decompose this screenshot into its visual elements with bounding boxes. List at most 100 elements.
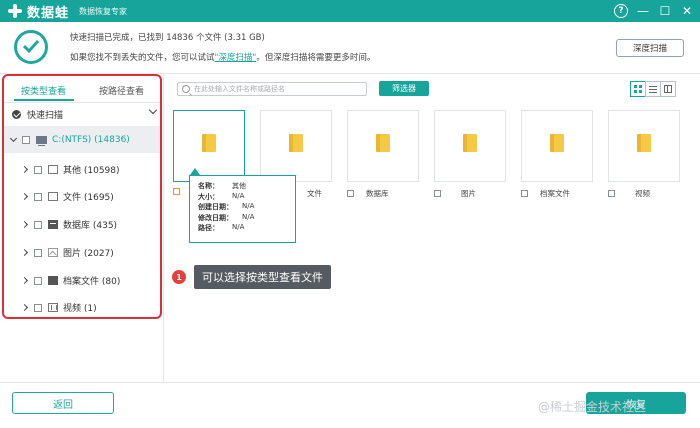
folder-icon [550, 134, 564, 152]
folder-tile-videos[interactable] [608, 110, 680, 182]
tab-by-path[interactable]: 按路径查看 [99, 84, 144, 97]
close-button[interactable]: ✕ [678, 2, 696, 20]
detail-icon [664, 85, 672, 93]
plus-cross-icon [7, 3, 23, 19]
expand-arrow-icon[interactable] [20, 248, 29, 257]
tree-drive-c[interactable]: C:(NTFS) (14836) [4, 126, 160, 153]
monitor-icon [36, 135, 47, 146]
tree-item-archives[interactable]: 档案文件 (80) [4, 267, 160, 294]
divider [4, 102, 160, 103]
expand-arrow-icon[interactable] [20, 303, 29, 312]
tree-item-database[interactable]: 数据库 (435) [4, 211, 160, 238]
callout-text: 可以选择按类型查看文件 [194, 265, 331, 289]
scan-hint-before: 如果您找不到丢失的文件，您可以试试 [70, 53, 215, 63]
deep-scan-button[interactable]: 深度扫描 [616, 39, 684, 57]
tile-checkbox[interactable] [434, 190, 441, 197]
folder-icon [376, 134, 390, 152]
tile-caption: 图片 [434, 188, 476, 199]
tooltip-row: 名称： 其他 [198, 181, 289, 192]
folder-tile-archives[interactable] [521, 110, 593, 182]
item-checkbox[interactable] [34, 165, 42, 174]
tile-checkbox[interactable] [521, 190, 528, 197]
tree-item-documents[interactable]: 文件 (1695) [4, 183, 160, 210]
close-icon: ✕ [681, 4, 693, 18]
sidebar-tabs: 按类型查看 按路径查看 [4, 76, 160, 102]
brand-name: 数据蛙 [27, 5, 70, 21]
tooltip-key: 修改日期： [198, 213, 233, 222]
tooltip-key: 创建日期： [198, 203, 233, 211]
expand-arrow-icon[interactable] [20, 192, 29, 201]
tile-checkbox[interactable] [347, 190, 354, 197]
list-view-button[interactable] [645, 81, 661, 97]
scan-hint: 如果您找不到丢失的文件，您可以试试"深度扫描"。但深度扫描将需要更多时间。 [70, 51, 375, 63]
video-icon [48, 303, 58, 312]
minimize-button[interactable]: — [634, 2, 652, 20]
divider [0, 382, 700, 383]
chevron-down-icon [148, 105, 158, 115]
item-checkbox[interactable] [34, 220, 42, 229]
active-tab-indicator [14, 99, 74, 101]
tree-item-images[interactable]: 图片 (2027) [4, 239, 160, 266]
folder-tile-images[interactable] [434, 110, 506, 182]
tree-item-label: 其他 (10598) [63, 166, 120, 176]
folder-icon [463, 134, 477, 152]
folder-tile-documents[interactable] [260, 110, 332, 182]
search-box[interactable] [177, 82, 367, 96]
item-checkbox[interactable] [34, 248, 42, 257]
search-input[interactable] [194, 85, 364, 93]
folder-tile-other[interactable] [173, 110, 245, 182]
item-checkbox[interactable] [34, 192, 42, 201]
tile-caption: 视频 [608, 188, 650, 199]
search-icon [182, 85, 190, 93]
sidebar: 按类型查看 按路径查看 快速扫描 C:(NTFS) (14836) 其他 (10… [2, 74, 162, 319]
folder-tile-database[interactable] [347, 110, 419, 182]
detail-view-button[interactable] [660, 81, 676, 97]
tree-item-label: 数据库 (435) [63, 221, 118, 231]
brand-tagline: 数据恢复专家 [79, 6, 128, 16]
quick-scan-selector[interactable]: 快速扫描 [4, 104, 160, 124]
tile-label: 文件 [307, 189, 322, 198]
filter-button[interactable]: 筛选器 [379, 81, 429, 96]
tooltip-key: 大小： [198, 192, 219, 201]
maximize-button[interactable]: ☐ [656, 2, 674, 20]
maximize-icon: ☐ [659, 4, 671, 18]
tooltip-value: N/A [242, 202, 255, 210]
title-bar: 数据蛙 数据恢复专家 ? — ☐ ✕ [0, 0, 700, 22]
item-checkbox[interactable] [34, 303, 42, 312]
tab-by-type[interactable]: 按类型查看 [21, 84, 66, 97]
drive-label: C:(NTFS) (14836) [52, 134, 130, 145]
scan-status: 快速扫描已完成，已找到 14836 个文件 (3.31 GB) 如果您找不到丢失… [0, 22, 700, 72]
tree-item-label: 文件 (1695) [63, 193, 114, 203]
tooltip-value: 其他 [232, 182, 246, 190]
tree-item-other[interactable]: 其他 (10598) [4, 156, 160, 183]
item-checkbox[interactable] [34, 276, 42, 285]
tooltip-value: N/A [232, 223, 245, 231]
help-button[interactable]: ? [612, 2, 630, 20]
file-info-tooltip: 名称： 其他 大小： N/A 创建日期： N/A 修改日期： N/A 路径： N/A [189, 175, 296, 243]
tree-item-videos[interactable]: 视频 (1) [4, 294, 160, 321]
thumbnail-view-button[interactable] [630, 81, 646, 97]
expand-arrow-icon[interactable] [20, 220, 29, 229]
expand-arrow-icon[interactable] [20, 276, 29, 285]
collapse-arrow-icon[interactable] [9, 134, 18, 142]
file-icon [48, 165, 58, 174]
tile-label: 数据库 [366, 189, 389, 198]
drive-checkbox[interactable] [22, 135, 30, 144]
archive-icon [48, 276, 58, 285]
tile-checkbox[interactable] [173, 188, 180, 195]
back-button[interactable]: 返回 [12, 392, 114, 414]
image-icon [48, 248, 58, 257]
tooltip-row: 路径： N/A [198, 223, 289, 234]
tooltip-value: N/A [242, 212, 255, 221]
tile-checkbox[interactable] [608, 190, 615, 197]
view-switcher [630, 81, 676, 97]
tile-caption: 档案文件 [521, 188, 570, 199]
tile-caption: 数据库 [347, 188, 389, 199]
deep-scan-link[interactable]: "深度扫描" [215, 53, 257, 63]
folder-icon [637, 134, 651, 152]
app-logo: 数据蛙 数据恢复专家 [0, 2, 127, 21]
expand-arrow-icon[interactable] [20, 165, 29, 174]
grid-icon [634, 85, 642, 93]
tooltip-row: 大小： N/A [198, 192, 289, 203]
quick-scan-label: 快速扫描 [27, 110, 64, 121]
